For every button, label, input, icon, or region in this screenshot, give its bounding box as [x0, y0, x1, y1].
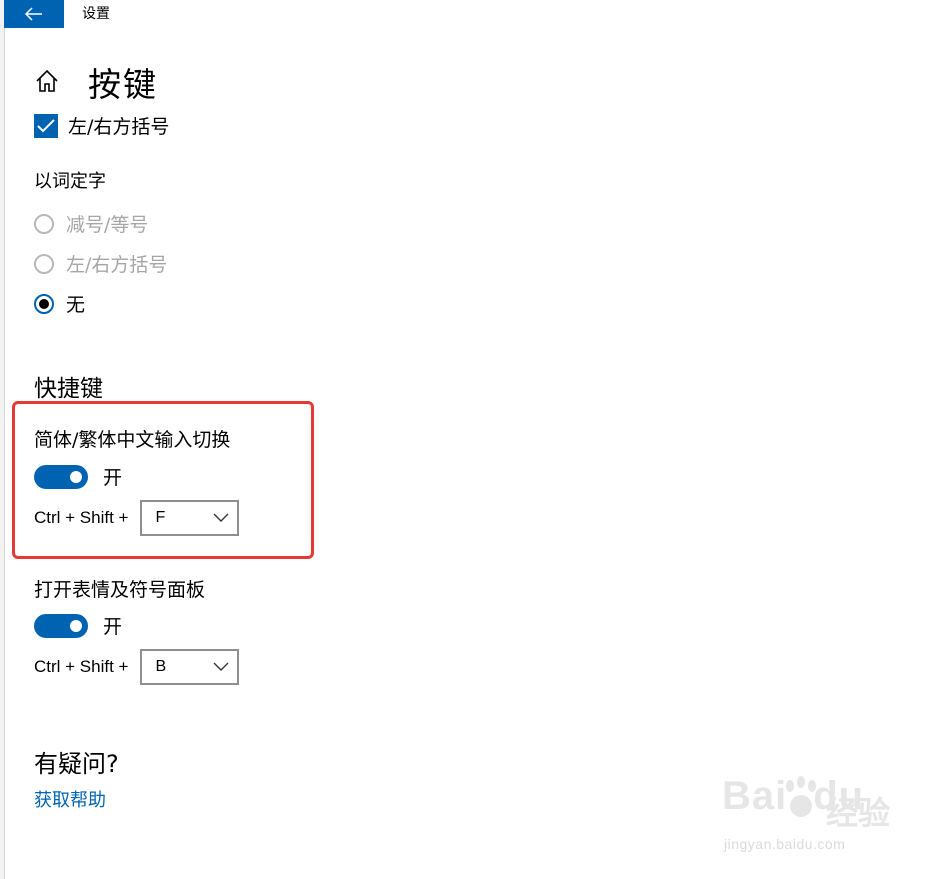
window-left-edge [0, 0, 5, 879]
word-select-label: 以词定字 [34, 171, 106, 192]
toggle-state-label: 开 [103, 467, 123, 489]
hotkey-key-dropdown[interactable]: F [140, 500, 240, 536]
radio-button[interactable] [34, 213, 54, 234]
help-heading: 有疑问? [34, 750, 119, 778]
toggle-state-label: 开 [103, 616, 123, 638]
watermark-cn: 经验 [826, 794, 891, 832]
radio-option-none[interactable]: 无 [34, 290, 85, 317]
hotkey-prefix: Ctrl + Shift + [34, 657, 129, 676]
hotkey-key-dropdown[interactable]: B [140, 649, 240, 685]
back-arrow-icon [25, 7, 42, 21]
brackets-checkbox-label: 左/右方括号 [68, 116, 170, 138]
simplified-traditional-toggle-row[interactable]: 开 [34, 463, 122, 490]
radio-button[interactable] [34, 253, 54, 274]
home-icon[interactable] [34, 68, 60, 94]
back-button[interactable] [4, 0, 64, 28]
dropdown-selected-value: B [155, 658, 167, 675]
simplified-traditional-toggle[interactable] [34, 464, 88, 489]
window-title: 设置 [82, 6, 110, 22]
radio-option-minus-equals[interactable]: 减号/等号 [34, 210, 148, 237]
shortcuts-heading: 快捷键 [34, 376, 103, 402]
radio-label: 左/右方括号 [66, 254, 168, 276]
page-title: 按键 [88, 65, 158, 104]
emoji-panel-hotkey-row: Ctrl + Shift + B [34, 649, 240, 685]
baidu-jingyan-watermark: Bai du 经验 jingyan.baidu.com [722, 774, 922, 864]
emoji-panel-toggle[interactable] [34, 613, 88, 638]
simplified-traditional-hotkey-row: Ctrl + Shift + F [34, 500, 240, 536]
radio-label: 减号/等号 [66, 214, 149, 236]
brackets-checkbox[interactable] [34, 113, 58, 138]
watermark-url: jingyan.baidu.com [724, 836, 846, 852]
emoji-panel-toggle-row[interactable]: 开 [34, 612, 122, 639]
simplified-traditional-switch-title: 简体/繁体中文输入切换 [34, 429, 231, 451]
chevron-down-icon [213, 662, 229, 671]
radio-label: 无 [66, 294, 86, 316]
hotkey-prefix: Ctrl + Shift + [34, 508, 129, 527]
checkmark-icon [37, 118, 55, 132]
brackets-checkbox-row[interactable]: 左/右方括号 [34, 112, 169, 139]
radio-option-brackets[interactable]: 左/右方括号 [34, 250, 167, 277]
emoji-panel-title: 打开表情及符号面板 [34, 579, 206, 601]
get-help-link[interactable]: 获取帮助 [34, 786, 106, 812]
chevron-down-icon [213, 513, 229, 522]
radio-button-selected[interactable] [34, 293, 54, 314]
toggle-knob [70, 470, 82, 483]
dropdown-selected-value: F [155, 509, 166, 526]
toggle-knob [70, 619, 82, 632]
radio-selected-dot [39, 298, 49, 309]
paw-logo-icon [786, 776, 816, 817]
